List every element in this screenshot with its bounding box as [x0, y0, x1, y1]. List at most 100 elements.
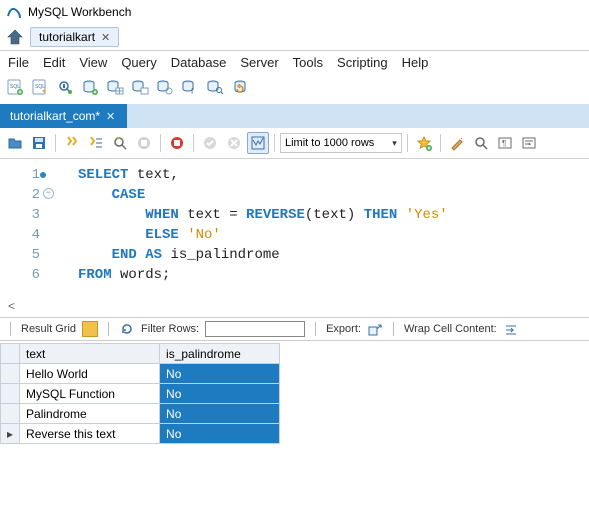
cell-is-palindrome[interactable]: No — [160, 384, 280, 404]
table-row[interactable]: Palindrome No — [1, 404, 280, 424]
cell-text[interactable]: MySQL Function — [20, 384, 160, 404]
code-area[interactable]: SELECT text, CASE WHEN text = REVERSE(te… — [50, 165, 448, 285]
sql-ident: is_palindrome — [162, 247, 280, 263]
menu-query[interactable]: Query — [121, 55, 156, 70]
menu-tools[interactable]: Tools — [293, 55, 323, 70]
result-grid-icon[interactable] — [82, 321, 98, 337]
cell-text[interactable]: Hello World — [20, 364, 160, 384]
separator — [393, 322, 394, 336]
sql-string: 'No' — [179, 227, 221, 243]
separator — [315, 322, 316, 336]
explain-icon[interactable] — [109, 132, 131, 154]
invisible-chars-icon[interactable]: ¶ — [494, 132, 516, 154]
connection-tab[interactable]: tutorialkart ✕ — [30, 27, 119, 47]
sql-editor[interactable]: 1 2− 3 4 5 6 SELECT text, CASE WHEN text… — [0, 159, 589, 295]
inspector-icon[interactable] — [54, 76, 76, 98]
editor-tab[interactable]: tutorialkart_com* ✕ — [2, 104, 125, 128]
editor-tab-label: tutorialkart_com* — [10, 109, 100, 123]
menu-help[interactable]: Help — [402, 55, 429, 70]
editor-tabs: tutorialkart_com* ✕ — [0, 104, 589, 128]
menu-scripting[interactable]: Scripting — [337, 55, 388, 70]
save-icon[interactable] — [28, 132, 50, 154]
row-header[interactable] — [1, 384, 20, 404]
row-header-corner — [1, 344, 20, 364]
svg-text:¶: ¶ — [502, 139, 506, 148]
line-number: 6 — [32, 267, 40, 283]
result-grid-label: Result Grid — [21, 323, 76, 335]
separator — [160, 134, 161, 152]
favorite-icon[interactable] — [413, 132, 435, 154]
beautify-icon[interactable] — [446, 132, 468, 154]
sql-ident: text — [179, 207, 229, 223]
export-label: Export: — [326, 323, 361, 335]
svg-text:SQL: SQL — [10, 84, 20, 90]
line-gutter: 1 2− 3 4 5 6 — [0, 165, 50, 285]
line-number: 3 — [32, 207, 40, 223]
column-header-is-palindrome[interactable]: is_palindrome — [160, 344, 280, 364]
find-icon[interactable] — [470, 132, 492, 154]
limit-rows-select[interactable]: Limit to 1000 rows ▾ — [280, 133, 402, 153]
sql-ident: text — [128, 167, 170, 183]
menu-server[interactable]: Server — [240, 55, 278, 70]
cell-is-palindrome[interactable]: No — [160, 364, 280, 384]
filter-rows-input[interactable] — [205, 321, 305, 337]
menu-view[interactable]: View — [79, 55, 107, 70]
top-row: tutorialkart ✕ — [0, 24, 589, 51]
app-logo-icon — [6, 4, 22, 20]
execute-icon[interactable] — [61, 132, 83, 154]
connection-tab-label: tutorialkart — [39, 30, 95, 44]
menu-edit[interactable]: Edit — [43, 55, 65, 70]
line-number: 4 — [32, 227, 40, 243]
sql-keyword: SELECT — [78, 167, 128, 183]
autocommit-icon[interactable] — [247, 132, 269, 154]
db-table-icon[interactable] — [104, 76, 126, 98]
table-row[interactable]: MySQL Function No — [1, 384, 280, 404]
sql-keyword: FROM — [78, 267, 112, 283]
export-icon[interactable] — [367, 321, 383, 337]
separator — [55, 134, 56, 152]
separator — [193, 134, 194, 152]
results-toolbar: Result Grid Filter Rows: Export: Wrap Ce… — [0, 317, 589, 341]
separator — [274, 134, 275, 152]
separator — [440, 134, 441, 152]
table-row[interactable]: ▸ Reverse this text No — [1, 424, 280, 444]
table-row[interactable]: Hello World No — [1, 364, 280, 384]
column-header-text[interactable]: text — [20, 344, 160, 364]
menu-file[interactable]: File — [8, 55, 29, 70]
row-header-current[interactable]: ▸ — [1, 424, 20, 444]
row-header[interactable] — [1, 364, 20, 384]
fold-icon[interactable]: − — [43, 188, 54, 199]
cell-text[interactable]: Reverse this text — [20, 424, 160, 444]
db-proc-icon[interactable] — [154, 76, 176, 98]
open-sql-icon[interactable]: SQL — [29, 76, 51, 98]
cell-is-palindrome[interactable]: No — [160, 404, 280, 424]
rollback-disabled-icon — [223, 132, 245, 154]
separator — [407, 134, 408, 152]
row-header[interactable] — [1, 404, 20, 424]
wrap-cell-icon[interactable] — [503, 321, 519, 337]
db-func-icon[interactable]: f — [179, 76, 201, 98]
stop-on-error-icon[interactable] — [166, 132, 188, 154]
db-view-icon[interactable] — [129, 76, 151, 98]
cell-is-palindrome[interactable]: No — [160, 424, 280, 444]
open-file-icon[interactable] — [4, 132, 26, 154]
header-row: text is_palindrome — [1, 344, 280, 364]
new-sql-tab-icon[interactable]: SQL — [4, 76, 26, 98]
db-search-icon[interactable] — [204, 76, 226, 98]
horizontal-scroll-left-icon[interactable]: < — [0, 295, 589, 317]
filter-rows-label: Filter Rows: — [141, 323, 199, 335]
sql-string: 'Yes' — [397, 207, 447, 223]
result-grid[interactable]: text is_palindrome Hello World No MySQL … — [0, 343, 280, 444]
cell-text[interactable]: Palindrome — [20, 404, 160, 424]
line-number: 1 — [32, 167, 40, 183]
menu-database[interactable]: Database — [171, 55, 227, 70]
db-reconnect-icon[interactable] — [229, 76, 251, 98]
wrap-icon[interactable] — [518, 132, 540, 154]
execute-current-icon[interactable] — [85, 132, 107, 154]
close-icon[interactable]: ✕ — [101, 31, 110, 44]
db-add-icon[interactable] — [79, 76, 101, 98]
main-toolbar: SQL SQL f — [0, 74, 589, 104]
home-icon[interactable] — [4, 26, 26, 48]
close-icon[interactable]: ✕ — [106, 110, 115, 123]
refresh-icon[interactable] — [119, 321, 135, 337]
